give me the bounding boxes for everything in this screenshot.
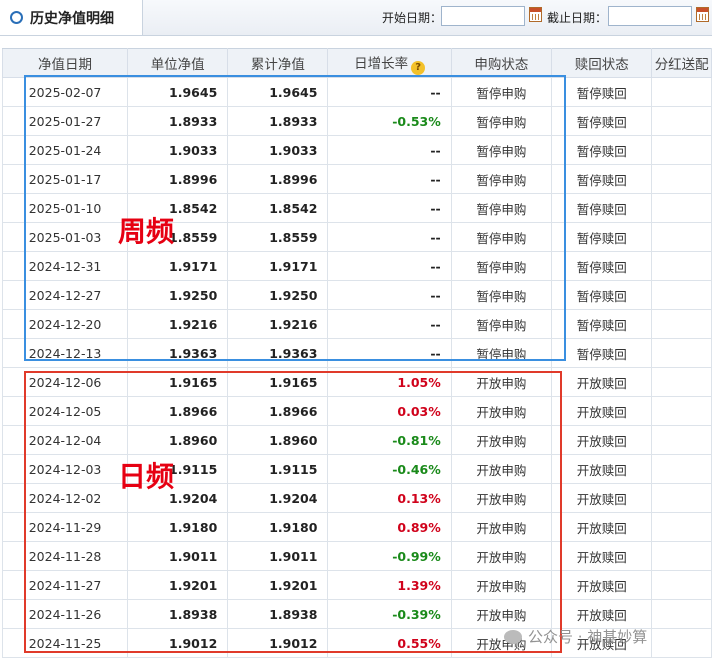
page-title: 历史净值明细 — [30, 11, 114, 27]
dividend-cell — [651, 280, 712, 310]
redemption-status-cell: 暂停赎回 — [551, 77, 653, 107]
weekly-annotation-label: 周频 — [118, 215, 175, 248]
redemption-status-cell: 开放赎回 — [551, 541, 653, 571]
redemption-status-cell: 开放赎回 — [551, 512, 653, 542]
daily-annotation-label: 日频 — [118, 460, 175, 493]
column-header: 单位净值 — [127, 48, 229, 78]
redemption-status-cell: 暂停赎回 — [551, 164, 653, 194]
redemption-status-cell: 暂停赎回 — [551, 309, 653, 339]
redemption-status-cell: 暂停赎回 — [551, 280, 653, 310]
redemption-status-cell: 开放赎回 — [551, 454, 653, 484]
calendar-icon[interactable] — [696, 7, 709, 22]
redemption-status-cell: 开放赎回 — [551, 425, 653, 455]
dividend-cell — [651, 106, 712, 136]
column-header: 净值日期 — [1, 48, 129, 78]
redemption-status-cell: 暂停赎回 — [551, 135, 653, 165]
redemption-status-cell: 开放赎回 — [551, 367, 653, 397]
redemption-status-cell: 暂停赎回 — [551, 338, 653, 368]
dividend-cell — [651, 570, 712, 600]
wechat-icon — [504, 630, 522, 644]
dividend-cell — [651, 483, 712, 513]
table-header-row: 净值日期 单位净值 累计净值 日增长率? 申购状态 赎回状态 分红送配 — [1, 48, 712, 78]
column-header: 赎回状态 — [551, 48, 653, 78]
calendar-icon[interactable] — [529, 7, 542, 22]
dividend-cell — [651, 599, 712, 629]
redemption-status-cell: 开放赎回 — [551, 570, 653, 600]
dividend-cell — [651, 541, 712, 571]
dividend-cell — [651, 628, 712, 658]
dividend-cell — [651, 164, 712, 194]
title-tab: 历史净值明细 — [0, 0, 143, 35]
dividend-cell — [651, 338, 712, 368]
dividend-cell — [651, 425, 712, 455]
dividend-cell — [651, 77, 712, 107]
start-date-input[interactable] — [441, 6, 525, 26]
weekly-annotation-box — [24, 75, 566, 361]
redemption-status-cell: 开放赎回 — [551, 599, 653, 629]
redemption-status-cell: 暂停赎回 — [551, 222, 653, 252]
dividend-cell — [651, 309, 712, 339]
dividend-cell — [651, 193, 712, 223]
dividend-cell — [651, 222, 712, 252]
watermark-text: 公众号 · 神基妙算 — [528, 628, 648, 646]
help-icon[interactable]: ? — [411, 60, 426, 75]
redemption-status-cell: 暂停赎回 — [551, 193, 653, 223]
header-bar: 历史净值明细 开始日期： 截止日期： — [0, 0, 712, 36]
circle-bullet-icon — [10, 11, 23, 24]
daily-annotation-box — [24, 371, 562, 653]
dividend-cell — [651, 512, 712, 542]
dividend-cell — [651, 367, 712, 397]
redemption-status-cell: 开放赎回 — [551, 483, 653, 513]
dividend-cell — [651, 454, 712, 484]
dividend-cell — [651, 135, 712, 165]
redemption-status-cell: 开放赎回 — [551, 396, 653, 426]
column-header-rate: 日增长率? — [327, 48, 452, 78]
column-header-label: 日增长率 — [354, 55, 409, 72]
dividend-cell — [651, 251, 712, 281]
start-date-label: 开始日期： — [382, 11, 443, 25]
column-header: 分红送配 — [651, 48, 712, 78]
redemption-status-cell: 暂停赎回 — [551, 106, 653, 136]
column-header: 累计净值 — [227, 48, 329, 78]
redemption-status-cell: 暂停赎回 — [551, 251, 653, 281]
dividend-cell — [651, 396, 712, 426]
column-header: 申购状态 — [450, 48, 553, 78]
end-date-input[interactable] — [608, 6, 692, 26]
end-date-label: 截止日期： — [547, 11, 608, 25]
